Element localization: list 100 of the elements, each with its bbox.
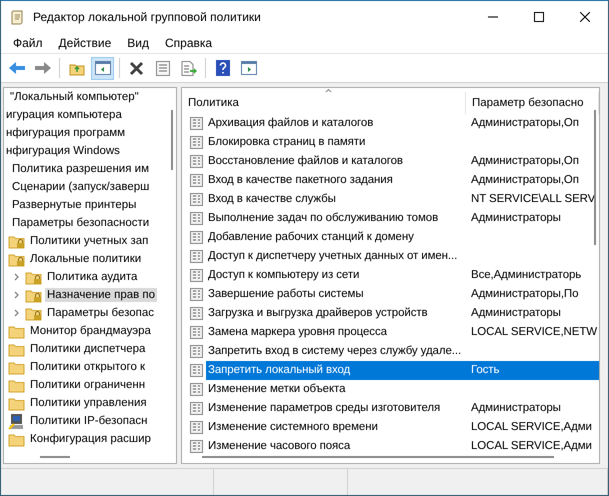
policy-row[interactable]: Добавление рабочих станций к домену [182, 228, 599, 247]
locked-folder-icon [25, 288, 42, 302]
export-icon [180, 60, 196, 76]
tree-item[interactable]: Политика разрешения им [10, 162, 151, 176]
folder-icon [8, 378, 25, 392]
close-icon [580, 12, 590, 22]
tree-item[interactable]: игурация компьютера [4, 108, 124, 122]
menu-item[interactable]: Действие [50, 36, 120, 50]
table-cell-text: Администраторы,По [470, 287, 580, 302]
policy-icon [190, 402, 203, 415]
policy-row[interactable]: Загрузка и выгрузка драйверов устройств Администраторы [182, 304, 599, 323]
policy-row[interactable]: Архивация файлов и каталогов Администраторы,Оп [182, 114, 599, 133]
policy-row[interactable]: Выполнение задач по обслуживанию томов Администраторы [182, 209, 599, 228]
table-cell-text: Архивация файлов и каталогов [207, 116, 374, 131]
policy-icon [190, 440, 203, 453]
locked-folder-icon [25, 306, 42, 320]
folder-icon [8, 432, 25, 446]
tree-item[interactable]: Политики открытого к [28, 360, 148, 374]
tree-item[interactable]: Развернутые принтеры [10, 198, 138, 212]
tree-item[interactable]: Сценарии (запуск/заверш [10, 180, 152, 194]
tree-item[interactable]: Политики диспетчера [28, 342, 148, 356]
policy-row[interactable]: Запретить локальный вход Гость [182, 361, 599, 380]
policy-icon [190, 193, 203, 206]
tree-item[interactable]: Локальные политики [28, 252, 144, 266]
table-cell-text: Выполнение задач по обслуживанию томов [207, 211, 440, 226]
back-arrow-icon [8, 61, 26, 75]
scroll-icon [9, 8, 25, 24]
policy-icon [190, 383, 203, 396]
policy-row[interactable]: Вход в качестве пакетного задания Администраторы,Оп [182, 171, 599, 190]
tree-item[interactable]: Назначение прав по [45, 288, 158, 302]
window-title: Редактор локальной групповой политики [33, 10, 262, 24]
policy-icon [190, 250, 203, 263]
maximize-icon [534, 12, 544, 22]
tree-item[interactable]: нфигурация Windows [4, 144, 122, 158]
policy-icon [190, 421, 203, 434]
policy-row[interactable]: Блокировка страниц в памяти [182, 133, 599, 152]
help-icon [216, 60, 230, 76]
policy-icon [190, 269, 203, 282]
table-cell-text: LOCAL SERVICE,NETW [470, 325, 598, 340]
policy-row[interactable]: Изменение параметров среды изготовителя Администраторы [182, 399, 599, 418]
tree-item[interactable]: нфигурация программ [4, 126, 128, 140]
table-cell-text: Добавление рабочих станций к домену [207, 230, 415, 245]
policy-icon [190, 364, 203, 377]
forward-arrow-icon [34, 61, 52, 75]
policy-row[interactable]: Доступ к диспетчеру учетных данных от имен... [182, 247, 599, 266]
menu-item[interactable]: Файл [5, 36, 51, 50]
folder-icon [8, 396, 25, 410]
locked-folder-icon [8, 234, 25, 248]
policy-row[interactable]: Изменение системного времени LOCAL SERVICE,Адми [182, 418, 599, 437]
tree-item[interactable]: Параметры безопасности [10, 216, 152, 230]
scrollbar[interactable] [202, 456, 554, 458]
tree-item[interactable]: Политики учетных зап [28, 234, 150, 248]
table-cell-text: Вход в качестве службы [207, 192, 337, 207]
policy-icon [190, 326, 203, 339]
table-cell-text: Администраторы [470, 401, 562, 416]
policy-row[interactable]: Изменение метки объекта [182, 380, 599, 399]
console-tree-button[interactable] [91, 56, 114, 80]
scrollbar[interactable] [171, 110, 173, 170]
folder-icon [8, 342, 25, 356]
table-cell-text: Восстановление файлов и каталогов [207, 154, 404, 169]
table-cell-text: Администраторы,Оп [470, 116, 580, 131]
tree-item[interactable]: "Локальный компьютер" [8, 90, 141, 104]
policy-icon [190, 345, 203, 358]
policy-row[interactable]: Доступ к компьютеру из сети Все,Администраторь [182, 266, 599, 285]
tree-item[interactable]: Конфигурация расшир [28, 432, 153, 446]
menu-item[interactable]: Справка [157, 36, 220, 50]
scrollbar[interactable] [40, 456, 70, 458]
table-cell-text: Завершение работы системы [207, 287, 364, 302]
policy-icon [190, 231, 203, 244]
tree-item[interactable]: Политики ограниченн [28, 378, 148, 392]
menu-item[interactable]: Вид [119, 36, 157, 50]
table-cell-text: Изменение системного времени [207, 420, 379, 435]
table-cell: Запретить локальный вход [206, 361, 469, 380]
delete-icon [129, 60, 144, 76]
table-cell-text: Запретить вход в систему через службу удале... [207, 344, 462, 359]
tree-item[interactable]: Политика аудита [45, 270, 140, 284]
locked-folder-icon [8, 252, 25, 266]
table-cell-text: Замена маркера уровня процесса [207, 325, 388, 340]
tree-item[interactable]: Монитор брандмауэра [28, 324, 153, 338]
pane-icon [94, 61, 110, 75]
tree-item[interactable]: Политики IP-безопасн [28, 414, 150, 428]
table-cell-text: LOCAL SERVICE,Адми [470, 420, 593, 435]
folder-icon [8, 360, 25, 374]
policy-icon [190, 117, 203, 130]
policy-icon [190, 307, 203, 320]
scrollbar[interactable] [594, 110, 596, 245]
policy-row[interactable]: Изменение часового пояса LOCAL SERVICE,Адми [182, 437, 599, 456]
table-cell-text: Блокировка страниц в памяти [207, 135, 366, 150]
policy-row[interactable]: Замена маркера уровня процесса LOCAL SERVICE,NETW [182, 323, 599, 342]
tree-item[interactable]: Параметры безопас [45, 306, 156, 320]
policy-row[interactable]: Вход в качестве службы NT SERVICE\ALL SERV [182, 190, 599, 209]
table-cell-text: Администраторы,Оп [470, 154, 580, 169]
table-cell-text: Изменение часового пояса [207, 439, 352, 454]
table-cell-text: LOCAL SERVICE,Адми [470, 439, 593, 454]
policy-icon [190, 174, 203, 187]
policy-row[interactable]: Запретить вход в систему через службу удале... [182, 342, 599, 361]
policy-row[interactable]: Завершение работы системы Администраторы,По [182, 285, 599, 304]
table-cell-text: Доступ к компьютеру из сети [207, 268, 360, 283]
tree-item[interactable]: Политики управления [28, 396, 149, 410]
policy-row[interactable]: Восстановление файлов и каталогов Администраторы,Оп [182, 152, 599, 171]
